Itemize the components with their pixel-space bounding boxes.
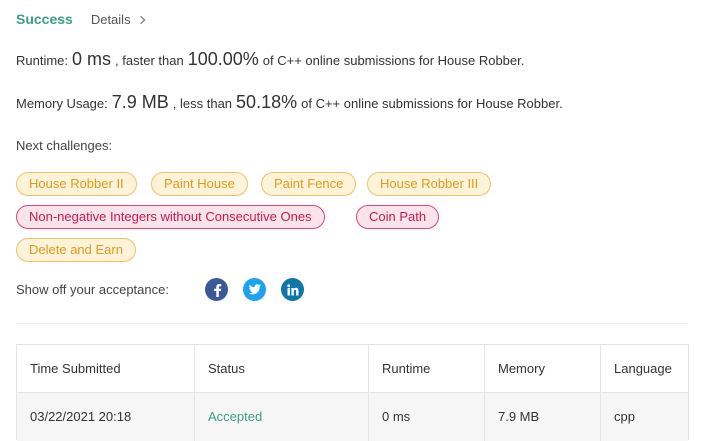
share-label: Show off your acceptance: bbox=[16, 282, 169, 297]
challenge-tag-paint-fence[interactable]: Paint Fence bbox=[261, 172, 357, 196]
column-divider bbox=[484, 345, 485, 441]
challenge-tag-coin-path[interactable]: Coin Path bbox=[356, 205, 440, 229]
challenge-tag-delete-and-earn[interactable]: Delete and Earn bbox=[16, 238, 136, 262]
runtime-suffix: of C++ online submissions for House Robb… bbox=[262, 53, 525, 68]
table-header-row: Time Submitted Status Runtime Memory Lan… bbox=[17, 345, 688, 393]
challenge-tag-non-negative-integers[interactable]: Non-negative Integers without Consecutiv… bbox=[16, 205, 325, 229]
details-link[interactable]: Details bbox=[90, 11, 145, 27]
runtime-value: 0 ms bbox=[72, 49, 112, 69]
section-divider bbox=[16, 323, 688, 324]
details-label: Details bbox=[90, 11, 131, 27]
challenge-tag-house-robber-ii[interactable]: House Robber II bbox=[16, 172, 137, 196]
next-challenges-label: Next challenges: bbox=[16, 138, 113, 153]
header-status: Status bbox=[208, 361, 245, 376]
column-divider bbox=[194, 345, 195, 441]
challenge-tag-house-robber-iii[interactable]: House Robber III bbox=[367, 172, 492, 196]
twitter-icon[interactable] bbox=[243, 278, 266, 301]
linkedin-icon[interactable] bbox=[281, 278, 304, 301]
memory-label: Memory Usage: bbox=[16, 96, 108, 111]
column-divider bbox=[600, 345, 601, 441]
memory-value: 7.9 MB bbox=[111, 92, 169, 112]
column-divider bbox=[368, 345, 369, 441]
result-header: Success Details bbox=[16, 9, 145, 29]
cell-memory: 7.9 MB bbox=[498, 409, 540, 424]
runtime-stat: Runtime: 0 ms , faster than 100.00% of C… bbox=[16, 49, 524, 70]
status-title: Success bbox=[16, 11, 73, 27]
challenge-tag-paint-house[interactable]: Paint House bbox=[151, 172, 248, 196]
chevron-right-icon bbox=[136, 15, 145, 24]
header-time-submitted: Time Submitted bbox=[30, 361, 121, 376]
facebook-icon[interactable] bbox=[205, 278, 228, 301]
runtime-percent: 100.00% bbox=[187, 49, 259, 69]
header-runtime: Runtime bbox=[382, 361, 431, 376]
runtime-label: Runtime: bbox=[16, 53, 69, 68]
memory-percent: 50.18% bbox=[236, 92, 298, 112]
cell-language: cpp bbox=[614, 409, 635, 424]
submissions-table: Time Submitted Status Runtime Memory Lan… bbox=[16, 344, 689, 441]
table-row: 03/22/2021 20:18 Accepted 0 ms 7.9 MB cp… bbox=[17, 393, 688, 441]
memory-suffix: of C++ online submissions for House Robb… bbox=[301, 96, 563, 111]
cell-status-link[interactable]: Accepted bbox=[195, 393, 369, 441]
cell-runtime: 0 ms bbox=[382, 409, 411, 424]
header-memory: Memory bbox=[498, 361, 545, 376]
runtime-comparison: , faster than bbox=[115, 53, 184, 68]
cell-time-submitted: 03/22/2021 20:18 bbox=[30, 409, 132, 424]
header-language: Language bbox=[614, 361, 672, 376]
memory-stat: Memory Usage: 7.9 MB , less than 50.18% … bbox=[16, 92, 563, 113]
memory-comparison: , less than bbox=[172, 96, 233, 111]
